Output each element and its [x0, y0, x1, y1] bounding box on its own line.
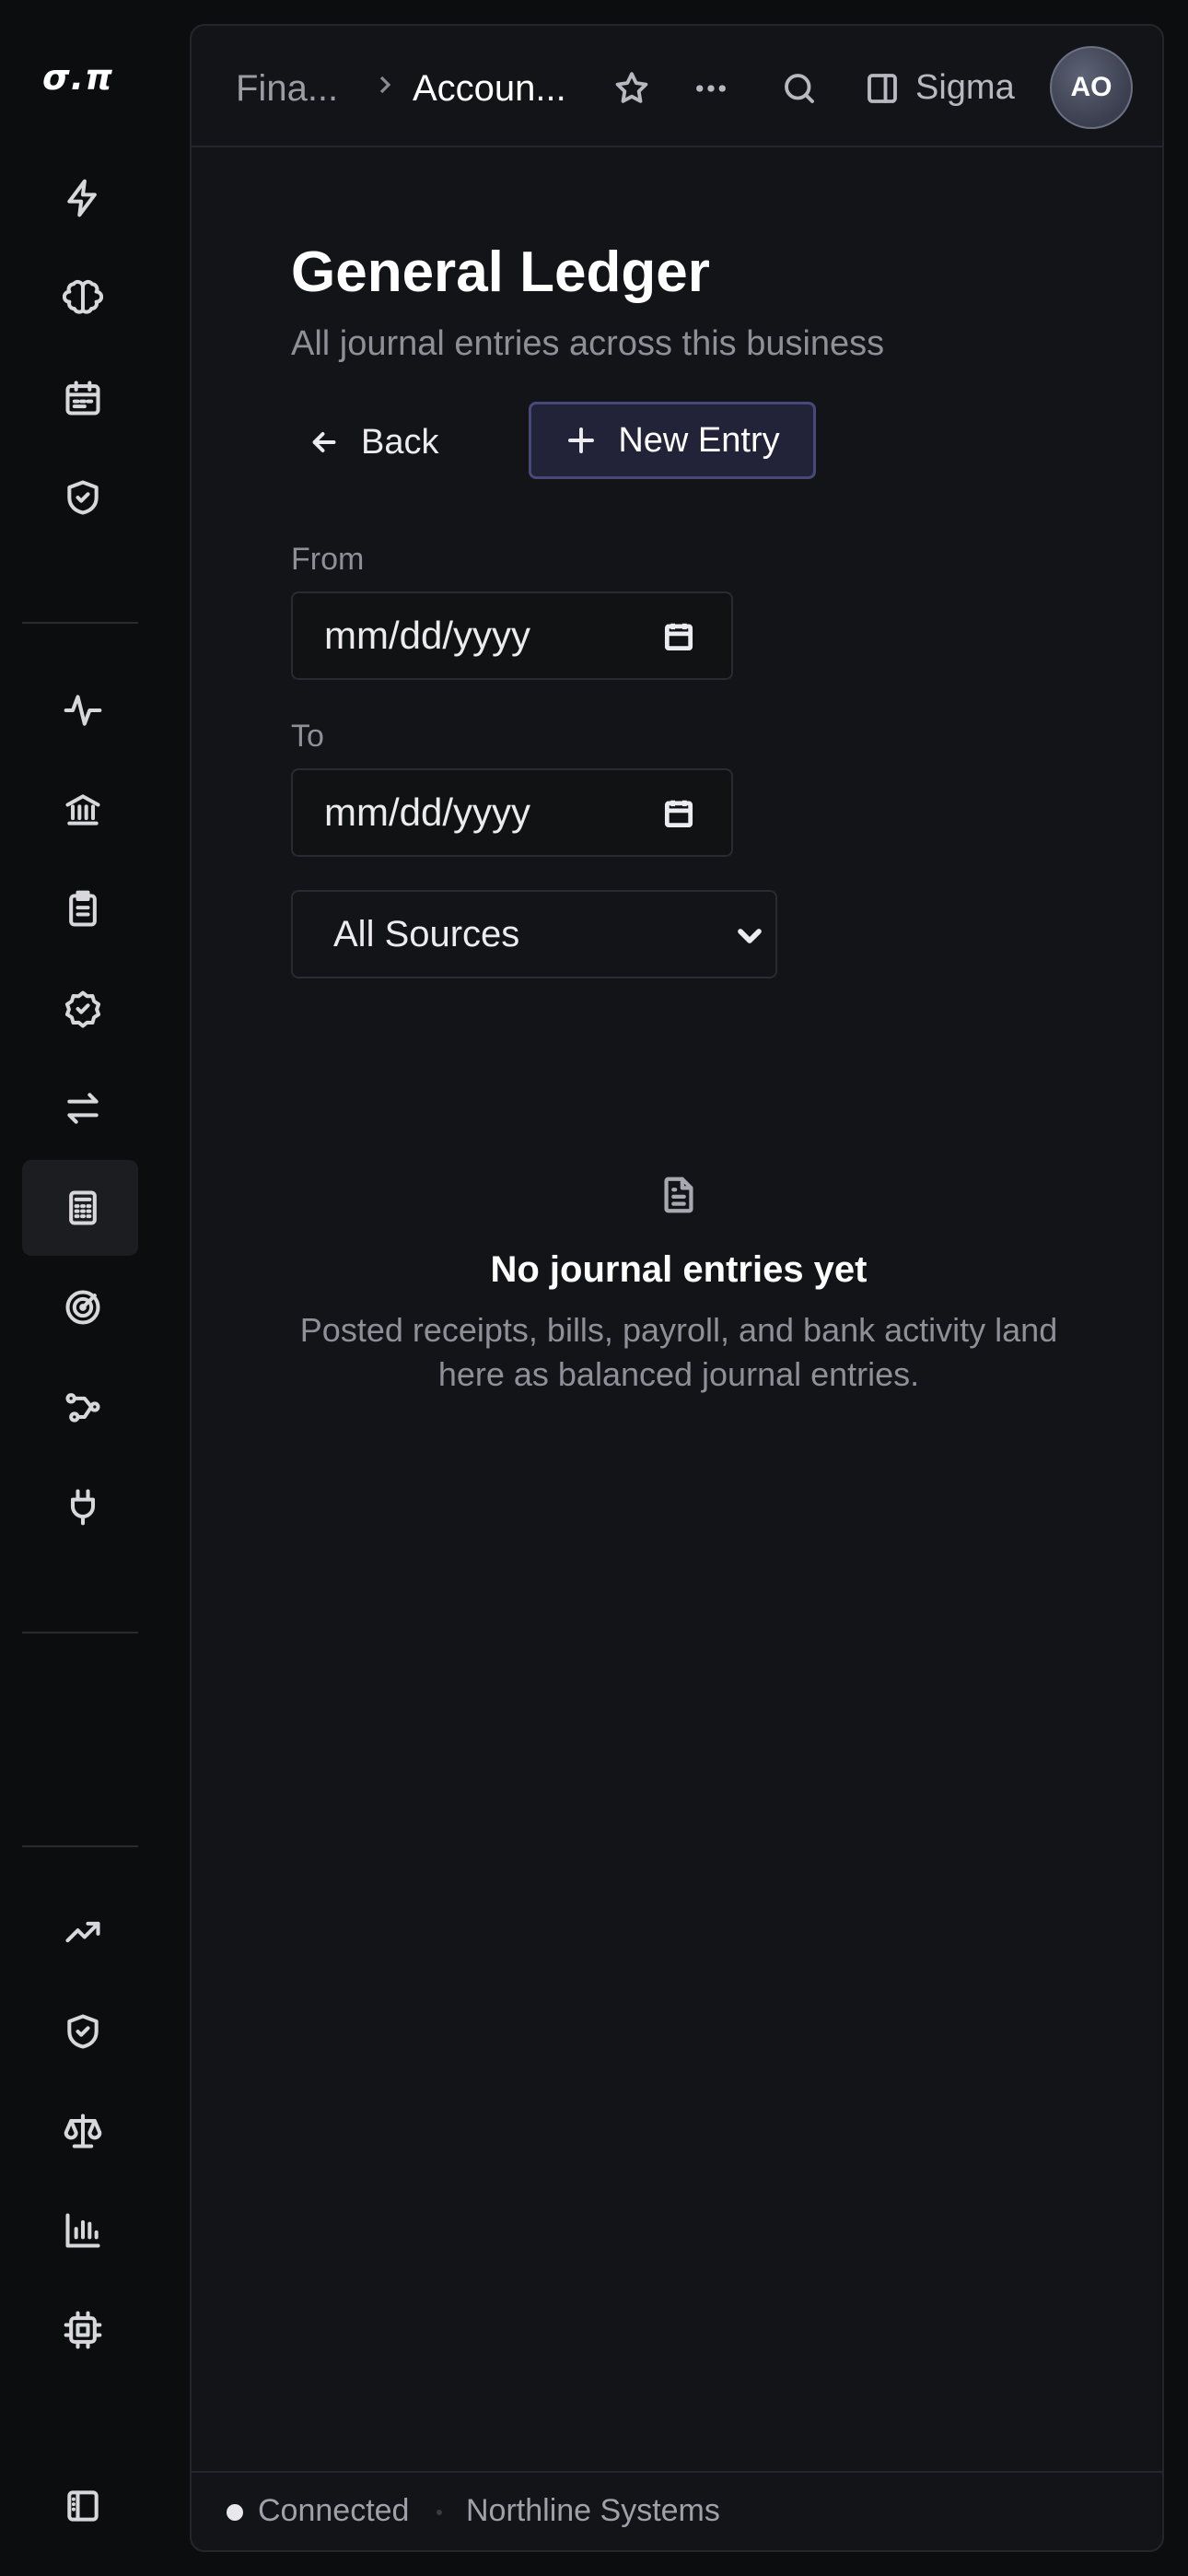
workflow-icon[interactable] — [22, 1359, 138, 1455]
document-icon — [658, 1174, 700, 1221]
calendar-icon[interactable] — [22, 350, 138, 446]
back-button-label: Back — [361, 422, 439, 462]
target-icon[interactable] — [22, 1259, 138, 1355]
rail-divider — [22, 1845, 138, 1847]
page-subtitle: All journal entries across this business — [291, 324, 885, 363]
to-label: To — [291, 719, 324, 754]
bank-icon[interactable] — [22, 762, 138, 858]
avatar[interactable]: AO — [1050, 46, 1133, 129]
rail-divider — [22, 622, 138, 624]
sidebar-toggle-icon[interactable] — [22, 2458, 138, 2554]
from-date-value: mm/dd/yyyy — [324, 614, 531, 657]
to-date-input[interactable]: mm/dd/yyyy — [291, 768, 733, 857]
calculator-icon[interactable] — [22, 1160, 138, 1256]
shield-check-icon[interactable] — [22, 450, 138, 545]
breadcrumb-finance[interactable]: Fina... — [236, 68, 338, 110]
connection-status-dot — [227, 2504, 243, 2521]
chip-icon[interactable] — [22, 2282, 138, 2378]
breadcrumb-accounting[interactable]: Accoun... — [413, 68, 566, 110]
company-name[interactable]: Northline Systems — [466, 2493, 720, 2529]
connection-status: Connected — [258, 2493, 410, 2528]
from-label: From — [291, 542, 365, 577]
empty-state-title: No journal entries yet — [490, 1249, 868, 1290]
from-date-input[interactable]: mm/dd/yyyy — [291, 591, 733, 680]
star-icon[interactable] — [610, 66, 654, 111]
shield-check-icon[interactable] — [22, 1984, 138, 2079]
app-logo[interactable]: σ.π — [42, 57, 113, 98]
top-bar: Fina... Accoun... Sigma AO — [192, 26, 1162, 147]
bar-chart-icon[interactable] — [22, 2183, 138, 2278]
new-entry-button-label: New Entry — [618, 420, 780, 460]
main-panel: Fina... Accoun... Sigma AO General Ledge… — [190, 24, 1164, 2552]
chevron-right-icon — [370, 70, 400, 104]
source-select-value: All Sources — [333, 913, 520, 954]
scale-icon[interactable] — [22, 2083, 138, 2179]
source-select[interactable]: All Sources — [291, 890, 777, 978]
panel-toggle-icon[interactable] — [860, 66, 904, 111]
status-bar: Connected Northline Systems — [192, 2471, 1162, 2550]
arrow-left-icon — [312, 432, 336, 452]
chevron-down-icon — [731, 918, 768, 964]
left-rail: σ.π — [0, 0, 157, 2576]
plus-icon — [568, 427, 595, 453]
back-button[interactable]: Back — [308, 404, 483, 481]
new-entry-button[interactable]: New Entry — [529, 402, 816, 479]
calendar-icon[interactable] — [661, 619, 696, 663]
status-separator — [437, 2510, 442, 2515]
clipboard-icon[interactable] — [22, 861, 138, 957]
plug-icon[interactable] — [22, 1458, 138, 1554]
brain-icon[interactable] — [22, 251, 138, 346]
rail-divider — [22, 1632, 138, 1633]
more-icon[interactable] — [689, 66, 733, 111]
transfer-icon[interactable] — [22, 1060, 138, 1156]
calendar-icon[interactable] — [661, 796, 696, 840]
search-icon[interactable] — [777, 66, 821, 111]
trending-up-icon[interactable] — [22, 1884, 138, 1980]
activity-icon[interactable] — [22, 662, 138, 758]
badge-check-icon[interactable] — [22, 961, 138, 1057]
lightning-icon[interactable] — [22, 150, 138, 246]
page-title: General Ledger — [291, 240, 710, 304]
empty-state-description: Posted receipts, bills, payroll, and ban… — [299, 1311, 1058, 1393]
to-date-value: mm/dd/yyyy — [324, 790, 531, 834]
workspace-label[interactable]: Sigma — [915, 68, 1015, 108]
